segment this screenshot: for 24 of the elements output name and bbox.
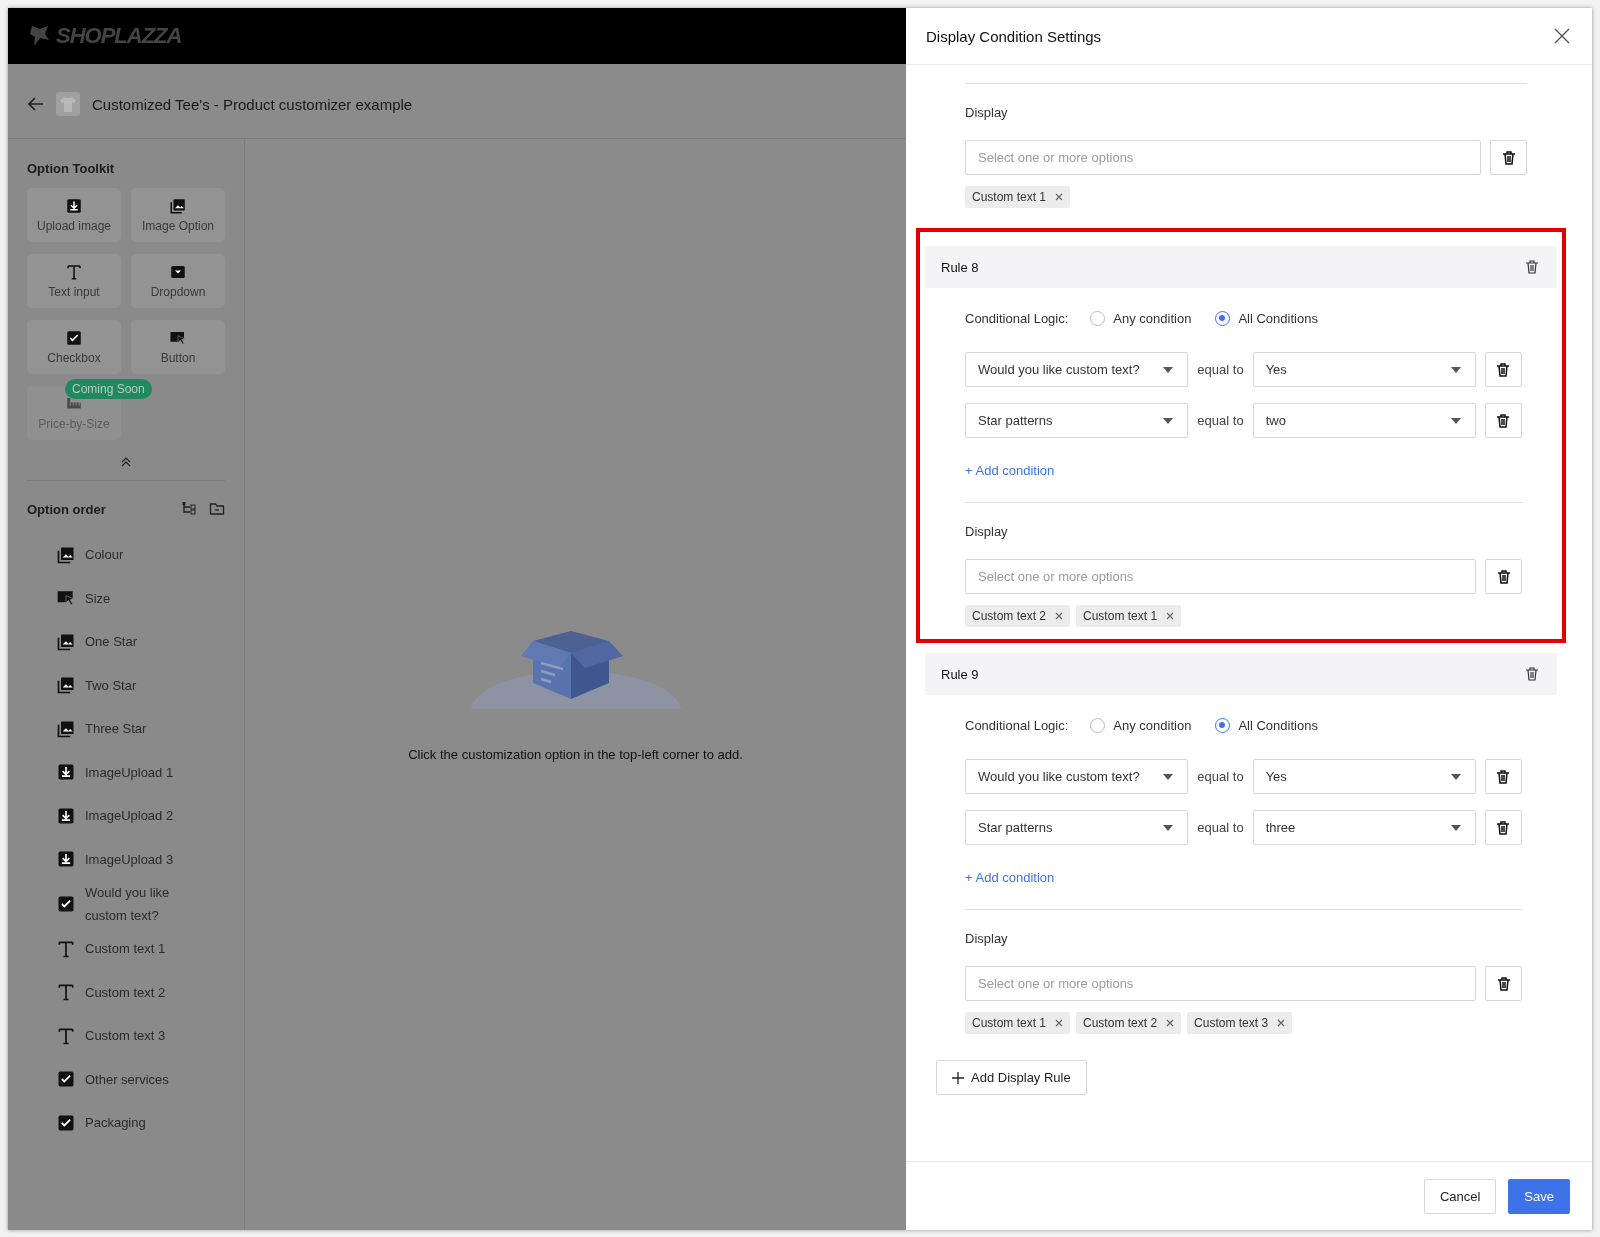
option-tag: Custom text 3 xyxy=(1187,1012,1293,1034)
operator-label: equal to xyxy=(1197,820,1244,835)
option-tag: Custom text 1 xyxy=(965,186,1071,208)
section-title: Option Toolkit xyxy=(27,161,116,176)
logic-label: Conditional Logic: xyxy=(965,717,1069,733)
option-tag: Custom text 1 xyxy=(965,1012,1071,1034)
operator-label: equal to xyxy=(1197,362,1244,377)
display-label: Display xyxy=(965,931,1009,946)
empty-state-message: Click the customization option in the top-left corner to add. xyxy=(408,747,743,762)
logo-text: SHOPLAZZA xyxy=(56,23,182,49)
display-label: Display xyxy=(965,524,1009,539)
coming-soon-tooltip: Coming Soon xyxy=(65,379,152,399)
operator-label: equal to xyxy=(1197,413,1244,428)
rule-title: Rule 8 xyxy=(941,259,979,275)
section-title: Option order xyxy=(27,501,107,517)
logic-label: Conditional Logic: xyxy=(965,310,1069,326)
option-tag: Custom text 2 xyxy=(1076,1012,1182,1034)
display-label: Display xyxy=(965,105,1009,120)
product-title: Customized Tee's - Product customizer example xyxy=(92,95,413,113)
option-tag: Custom text 2 xyxy=(965,605,1071,627)
rule-title: Rule 9 xyxy=(941,666,979,682)
drawer-title: Display Condition Settings xyxy=(926,27,1102,45)
operator-label: equal to xyxy=(1197,769,1244,784)
option-tag: Custom text 1 xyxy=(1076,605,1182,627)
